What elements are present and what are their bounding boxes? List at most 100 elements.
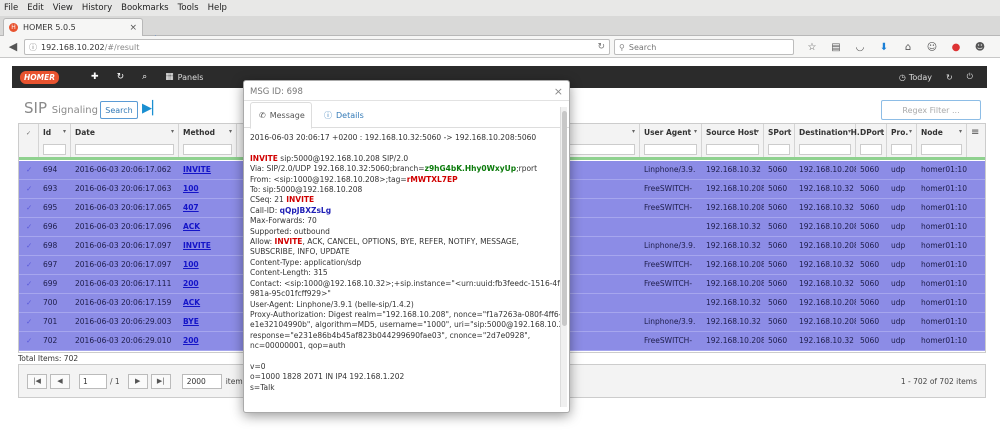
column-header-proto[interactable]: Pro. ▾ bbox=[887, 124, 917, 157]
prev-page-button[interactable]: ◀ bbox=[50, 373, 70, 389]
menu-item-view[interactable]: View bbox=[53, 3, 73, 13]
cell-method[interactable]: 200 bbox=[179, 332, 237, 351]
panels-menu[interactable]: Panels bbox=[178, 73, 204, 82]
column-filter-input[interactable] bbox=[799, 144, 851, 155]
row-select-icon[interactable]: ✓ bbox=[19, 218, 39, 237]
cell-method[interactable]: 100 bbox=[179, 180, 237, 199]
row-select-icon[interactable]: ✓ bbox=[19, 256, 39, 275]
bookmarks-icon[interactable]: ☺ bbox=[920, 42, 944, 53]
chevron-down-icon[interactable]: ▾ bbox=[63, 128, 66, 135]
search-button[interactable]: Search bbox=[100, 101, 138, 119]
bookmark-star-icon[interactable]: ☆ bbox=[800, 42, 824, 53]
url-bar[interactable]: ⓘ 192.168.10.202/#/result ↻ bbox=[24, 39, 610, 55]
menu-item-bookmarks[interactable]: Bookmarks bbox=[121, 3, 169, 13]
step-icon[interactable]: ▶▏ bbox=[142, 101, 162, 116]
today-button[interactable]: Today bbox=[909, 73, 932, 82]
browser-search-input[interactable] bbox=[628, 42, 779, 52]
back-icon[interactable]: ◀ bbox=[5, 40, 21, 53]
scrollbar-thumb[interactable] bbox=[562, 111, 567, 326]
smiley-icon[interactable]: ☻ bbox=[968, 42, 992, 53]
chevron-down-icon[interactable]: ▾ bbox=[879, 128, 882, 135]
refresh-icon[interactable]: ↻ bbox=[117, 72, 125, 82]
column-header-method[interactable]: Method ▾ bbox=[179, 124, 237, 157]
cell-method[interactable]: INVITE bbox=[179, 237, 237, 256]
browser-tab[interactable]: H HOMER 5.0.5 × bbox=[3, 18, 143, 36]
menu-item-file[interactable]: File bbox=[4, 3, 18, 13]
column-header-srchost[interactable]: Source Host ▾ bbox=[702, 124, 764, 157]
menu-item-help[interactable]: Help bbox=[208, 3, 227, 13]
row-select-icon[interactable]: ✓ bbox=[19, 332, 39, 351]
addon-icon[interactable]: ● bbox=[944, 42, 968, 53]
column-filter-input[interactable] bbox=[43, 144, 66, 155]
home-icon[interactable]: ⌂ bbox=[896, 42, 920, 53]
modal-scrollbar[interactable] bbox=[560, 107, 567, 407]
tab-details[interactable]: ⓘ Details bbox=[316, 102, 372, 128]
cell-method[interactable]: 407 bbox=[179, 199, 237, 218]
cell-method[interactable]: BYE bbox=[179, 313, 237, 332]
chevron-down-icon[interactable]: ▾ bbox=[848, 128, 851, 135]
info-icon[interactable]: ⓘ bbox=[29, 42, 37, 53]
chevron-down-icon[interactable]: ▾ bbox=[909, 128, 912, 135]
chevron-down-icon[interactable]: ▾ bbox=[694, 128, 697, 135]
hamburger-menu-icon[interactable]: ≡ bbox=[992, 42, 1000, 53]
menu-item-history[interactable]: History bbox=[82, 3, 112, 13]
row-select-icon[interactable]: ✓ bbox=[19, 199, 39, 218]
page-size-select[interactable]: 2000 bbox=[181, 373, 222, 389]
chevron-down-icon[interactable]: ▾ bbox=[787, 128, 790, 135]
column-header-check[interactable]: ✓ bbox=[19, 124, 39, 157]
row-select-icon[interactable]: ✓ bbox=[19, 237, 39, 256]
row-select-icon[interactable]: ✓ bbox=[19, 180, 39, 199]
row-select-icon[interactable]: ✓ bbox=[19, 294, 39, 313]
cell-method[interactable]: ACK bbox=[179, 218, 237, 237]
column-filter-input[interactable] bbox=[891, 144, 912, 155]
column-filter-input[interactable] bbox=[75, 144, 174, 155]
chevron-down-icon[interactable]: ▾ bbox=[756, 128, 759, 135]
browser-search-bar[interactable]: ⚲ bbox=[614, 39, 794, 55]
column-header-node[interactable]: Node ▾ bbox=[917, 124, 967, 157]
pocket-icon[interactable]: ◡ bbox=[848, 42, 872, 53]
column-header-date[interactable]: Date ▾ bbox=[71, 124, 179, 157]
last-page-button[interactable]: ▶| bbox=[150, 373, 171, 389]
modal-close-icon[interactable]: × bbox=[554, 85, 563, 98]
search-icon[interactable]: ⌕ bbox=[142, 72, 147, 82]
column-header-id[interactable]: Id ▾ bbox=[39, 124, 71, 157]
reload-icon[interactable]: ↻ bbox=[946, 73, 953, 82]
cell-method[interactable]: ACK bbox=[179, 294, 237, 313]
reading-list-icon[interactable]: ▤ bbox=[824, 42, 848, 53]
tab-close-icon[interactable]: × bbox=[129, 23, 137, 33]
logout-icon[interactable]: ⏻ bbox=[967, 72, 973, 82]
chevron-down-icon[interactable]: ▾ bbox=[959, 128, 962, 135]
column-filter-input[interactable] bbox=[183, 144, 232, 155]
column-header-dport[interactable]: DPort ▾ bbox=[856, 124, 887, 157]
download-icon[interactable]: ⬇ bbox=[872, 42, 896, 53]
row-select-icon[interactable]: ✓ bbox=[19, 275, 39, 294]
column-header-ua[interactable]: User Agent ▾ bbox=[640, 124, 702, 157]
menu-item-edit[interactable]: Edit bbox=[27, 3, 43, 13]
column-filter-input[interactable] bbox=[768, 144, 790, 155]
first-page-button[interactable]: |◀ bbox=[27, 373, 47, 389]
next-page-button[interactable]: ▶ bbox=[127, 373, 148, 389]
row-select-icon[interactable]: ✓ bbox=[19, 161, 39, 180]
reload-icon[interactable]: ↻ bbox=[597, 42, 605, 52]
row-select-icon[interactable]: ✓ bbox=[19, 313, 39, 332]
column-header-dsthost[interactable]: Destination H. ▾ bbox=[795, 124, 860, 157]
column-header-sport[interactable]: SPort ▾ bbox=[764, 124, 795, 157]
tab-message[interactable]: ✆ Message bbox=[250, 102, 312, 129]
column-filter-input[interactable] bbox=[860, 144, 882, 155]
cell-method[interactable]: INVITE bbox=[179, 161, 237, 180]
chevron-down-icon[interactable]: ▾ bbox=[632, 128, 635, 135]
regex-filter-input[interactable]: Regex Filter ... bbox=[881, 100, 981, 120]
column-filter-input[interactable] bbox=[706, 144, 759, 155]
cell-method[interactable]: 100 bbox=[179, 256, 237, 275]
menu-item-tools[interactable]: Tools bbox=[178, 3, 199, 13]
select-all-check-icon[interactable]: ✓ bbox=[26, 130, 31, 137]
column-filter-input[interactable] bbox=[644, 144, 697, 155]
chevron-down-icon[interactable]: ▾ bbox=[171, 128, 174, 135]
page-number-input[interactable]: 1 bbox=[79, 373, 107, 389]
chevron-down-icon[interactable]: ▾ bbox=[229, 128, 232, 135]
grid-menu-icon[interactable]: ≡ bbox=[971, 127, 979, 138]
panels-icon[interactable]: ▦ bbox=[165, 72, 174, 82]
add-icon[interactable]: ✚ bbox=[91, 72, 99, 82]
column-filter-input[interactable] bbox=[921, 144, 962, 155]
cell-method[interactable]: 200 bbox=[179, 275, 237, 294]
